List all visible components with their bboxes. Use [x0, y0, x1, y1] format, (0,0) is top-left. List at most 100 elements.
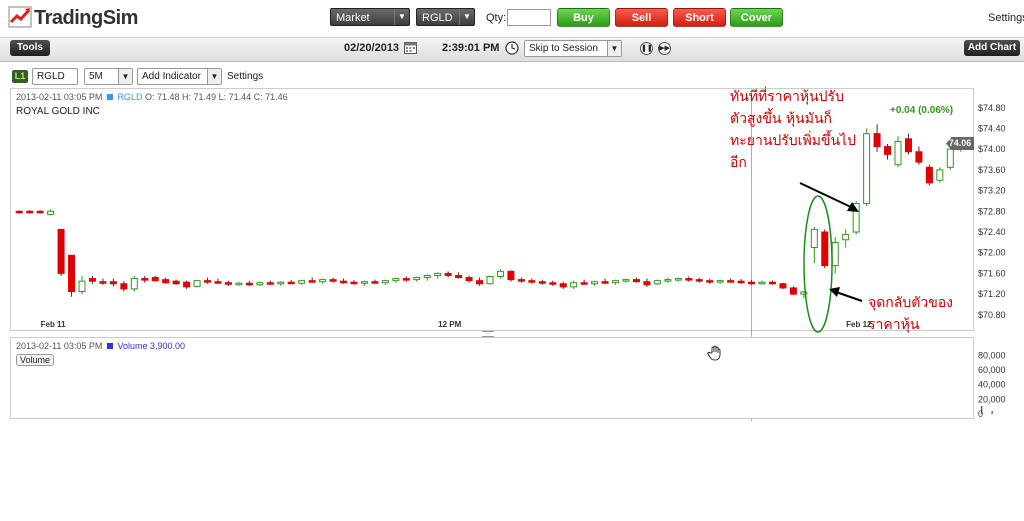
candle — [99, 281, 107, 284]
candle — [925, 166, 933, 184]
price-tick-label: $74.80 — [978, 103, 1006, 113]
candle — [193, 280, 201, 287]
candle — [371, 281, 379, 284]
price-tick-label: $71.20 — [978, 289, 1006, 299]
candle — [298, 280, 306, 284]
candle — [444, 272, 452, 276]
candle — [68, 254, 76, 293]
annotation-upper-line: ทันทีที่ราคาหุ้นปรับ — [730, 89, 844, 105]
volume-tick-label: 20,000 — [978, 394, 1006, 404]
candle — [894, 140, 902, 166]
hand-cursor-icon — [707, 345, 721, 361]
candle — [810, 228, 818, 249]
candle — [570, 282, 578, 288]
price-tick-label: $74.40 — [978, 123, 1006, 133]
volume-color-swatch — [106, 343, 113, 349]
candle — [319, 279, 327, 283]
candle — [455, 274, 463, 279]
x-tick-label: Feb 11 — [41, 320, 66, 329]
volume-tag[interactable]: Volume — [16, 354, 55, 366]
volume-tick-label: 80,000 — [978, 350, 1006, 360]
annotation-lower: จุดกลับตัวของ ราคาหุ้น — [868, 292, 953, 336]
candle — [36, 210, 44, 214]
annotation-upper-line: อีก — [730, 155, 747, 171]
price-tick-label: $71.60 — [978, 268, 1006, 278]
candle — [758, 281, 766, 285]
candle — [381, 280, 389, 284]
candle — [57, 228, 65, 274]
candle — [549, 282, 557, 285]
annotation-upper-line: ตัวสูงขึ้น หุ้นมันก็ — [730, 111, 832, 127]
candle — [612, 280, 620, 284]
volume-info-value: Volume 3,900.00 — [117, 341, 185, 351]
price-tick-label: $73.20 — [978, 186, 1006, 196]
candle — [685, 278, 693, 281]
candle — [256, 282, 264, 286]
candle — [622, 279, 630, 282]
candle — [904, 138, 912, 153]
candle — [162, 279, 170, 284]
candle — [873, 133, 881, 148]
candle — [580, 282, 588, 285]
candle — [591, 281, 599, 285]
candle — [47, 210, 55, 215]
candle — [601, 281, 609, 284]
candle — [559, 283, 567, 288]
candle — [130, 278, 138, 290]
candle — [884, 146, 892, 155]
annotation-arrow-upper — [799, 182, 854, 209]
candle — [528, 280, 536, 283]
candle — [78, 280, 86, 293]
price-tick-label: $70.80 — [978, 310, 1006, 320]
candle — [15, 210, 23, 214]
candle — [706, 280, 714, 283]
candle — [727, 280, 735, 283]
annotation-lower-line: จุดกลับตัวของ — [868, 295, 954, 311]
annotation-upper-line: ทะยานปรับเพิ่มขึ้นไป — [730, 133, 856, 149]
candle — [224, 282, 232, 285]
candle — [768, 281, 776, 285]
candle — [476, 280, 484, 285]
candle — [936, 169, 944, 181]
price-tick-label: $72.00 — [978, 248, 1006, 258]
candle — [141, 278, 149, 281]
candle — [235, 282, 243, 286]
candle — [277, 281, 285, 285]
last-price-tag: 74.06 — [946, 137, 974, 150]
candle — [863, 133, 871, 205]
candle — [695, 279, 703, 282]
annotation-lower-line: ราคาหุ้น — [868, 317, 920, 333]
candle — [842, 234, 850, 241]
candle — [915, 151, 923, 163]
candle — [245, 282, 253, 286]
price-tick-label: $72.40 — [978, 227, 1006, 237]
candle — [340, 280, 348, 284]
candle — [423, 274, 431, 279]
x-tick-label: 12 PM — [438, 320, 461, 329]
candle — [496, 270, 504, 278]
candle — [350, 281, 358, 285]
candle — [308, 280, 316, 283]
candle — [183, 281, 191, 288]
candle — [392, 278, 400, 282]
candle — [109, 281, 117, 285]
candle — [465, 277, 473, 282]
candle — [120, 283, 128, 290]
annotation-upper: ทันทีที่ราคาหุ้นปรับ ตัวสูงขึ้น หุ้นมันก… — [730, 86, 856, 174]
candle — [360, 281, 368, 284]
volume-tick-label: 40,000 — [978, 380, 1006, 390]
candle — [643, 281, 651, 286]
candle — [664, 279, 672, 282]
candle — [26, 210, 34, 214]
volume-tick-label: 60,000 — [978, 365, 1006, 375]
volume-info-line: 2013-02-11 03:05 PM Volume 3,900.00 — [16, 341, 185, 351]
candle — [517, 279, 525, 282]
candle — [287, 281, 295, 285]
candle — [266, 282, 274, 285]
volume-info-time: 2013-02-11 03:05 PM — [16, 341, 103, 351]
candle — [88, 278, 96, 282]
price-tick-label: $72.80 — [978, 206, 1006, 216]
candle — [413, 277, 421, 281]
candle — [486, 276, 494, 285]
price-tick-label: $73.60 — [978, 165, 1006, 175]
